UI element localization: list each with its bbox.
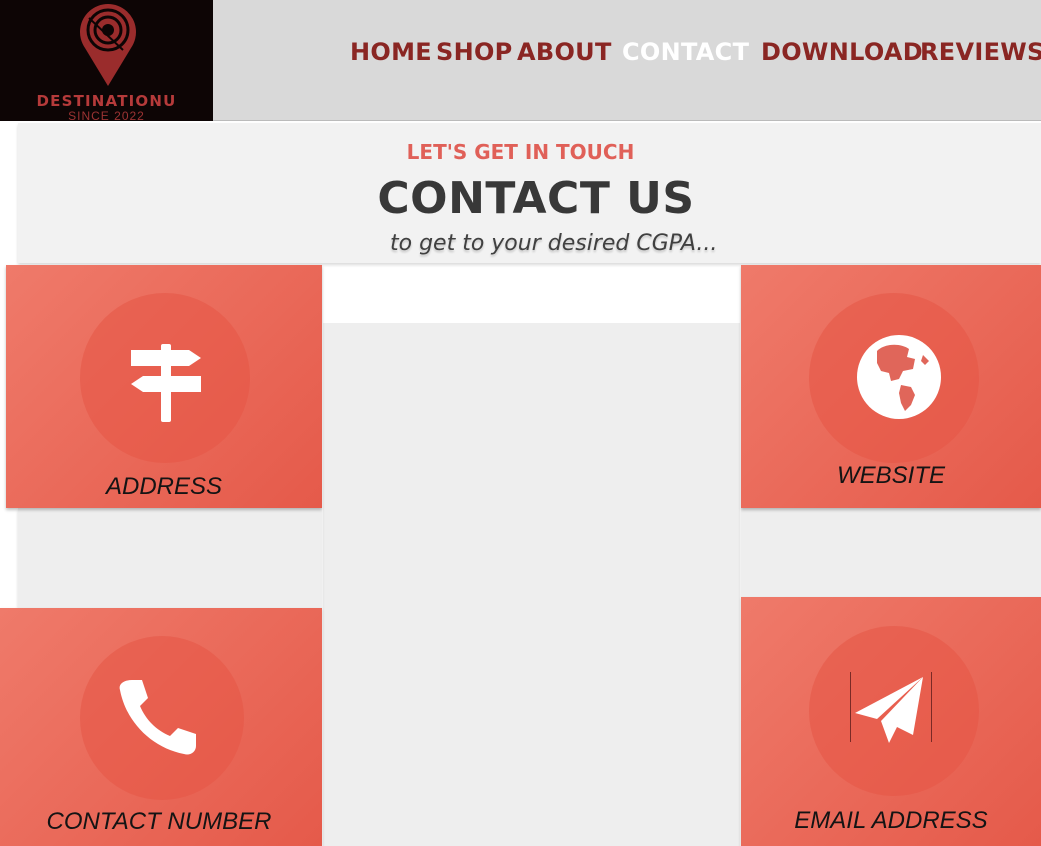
right-spacer	[741, 508, 1041, 597]
website-card[interactable]: WEBSITE	[741, 265, 1041, 508]
nav-download[interactable]: DOWNLOAD	[761, 38, 923, 66]
phone-icon	[119, 680, 196, 755]
top-nav: HOME SHOP ABOUT CONTACT DOWNLOAD REVIEWS	[213, 0, 1041, 121]
email-card[interactable]: EMAIL ADDRESS	[741, 597, 1041, 846]
page-title: CONTACT US	[377, 173, 695, 224]
icon-frame-left	[850, 672, 851, 742]
nav-shop[interactable]: SHOP	[436, 38, 513, 66]
website-label: WEBSITE	[836, 462, 945, 489]
eyebrow-text: LET'S GET IN TOUCH	[406, 140, 635, 164]
phone-card[interactable]: CONTACT NUMBER	[0, 608, 322, 846]
nav-about[interactable]: ABOUT	[517, 38, 612, 66]
nav-contact[interactable]: CONTACT	[622, 38, 749, 66]
address-label: ADDRESS	[105, 473, 223, 500]
globe-icon	[857, 335, 941, 419]
address-card[interactable]: ADDRESS	[6, 265, 322, 508]
left-spacer	[18, 508, 322, 608]
paper-plane-icon	[855, 677, 923, 743]
brand-since: SINCE 2022	[68, 109, 145, 121]
nav-home[interactable]: HOME	[350, 38, 432, 66]
nav-reviews[interactable]: REVIEWS	[920, 38, 1041, 66]
logo[interactable]: DESTINATIONU SINCE 2022	[0, 0, 213, 121]
center-panel	[323, 323, 740, 846]
location-pin-icon	[80, 4, 136, 86]
signpost-icon	[131, 344, 201, 422]
phone-label: CONTACT NUMBER	[46, 808, 272, 835]
icon-frame-right	[931, 672, 932, 742]
page-subtitle: to get to your desired CGPA...	[390, 231, 718, 256]
brand-name: DESTINATIONU	[36, 92, 177, 110]
email-label: EMAIL ADDRESS	[794, 807, 988, 834]
